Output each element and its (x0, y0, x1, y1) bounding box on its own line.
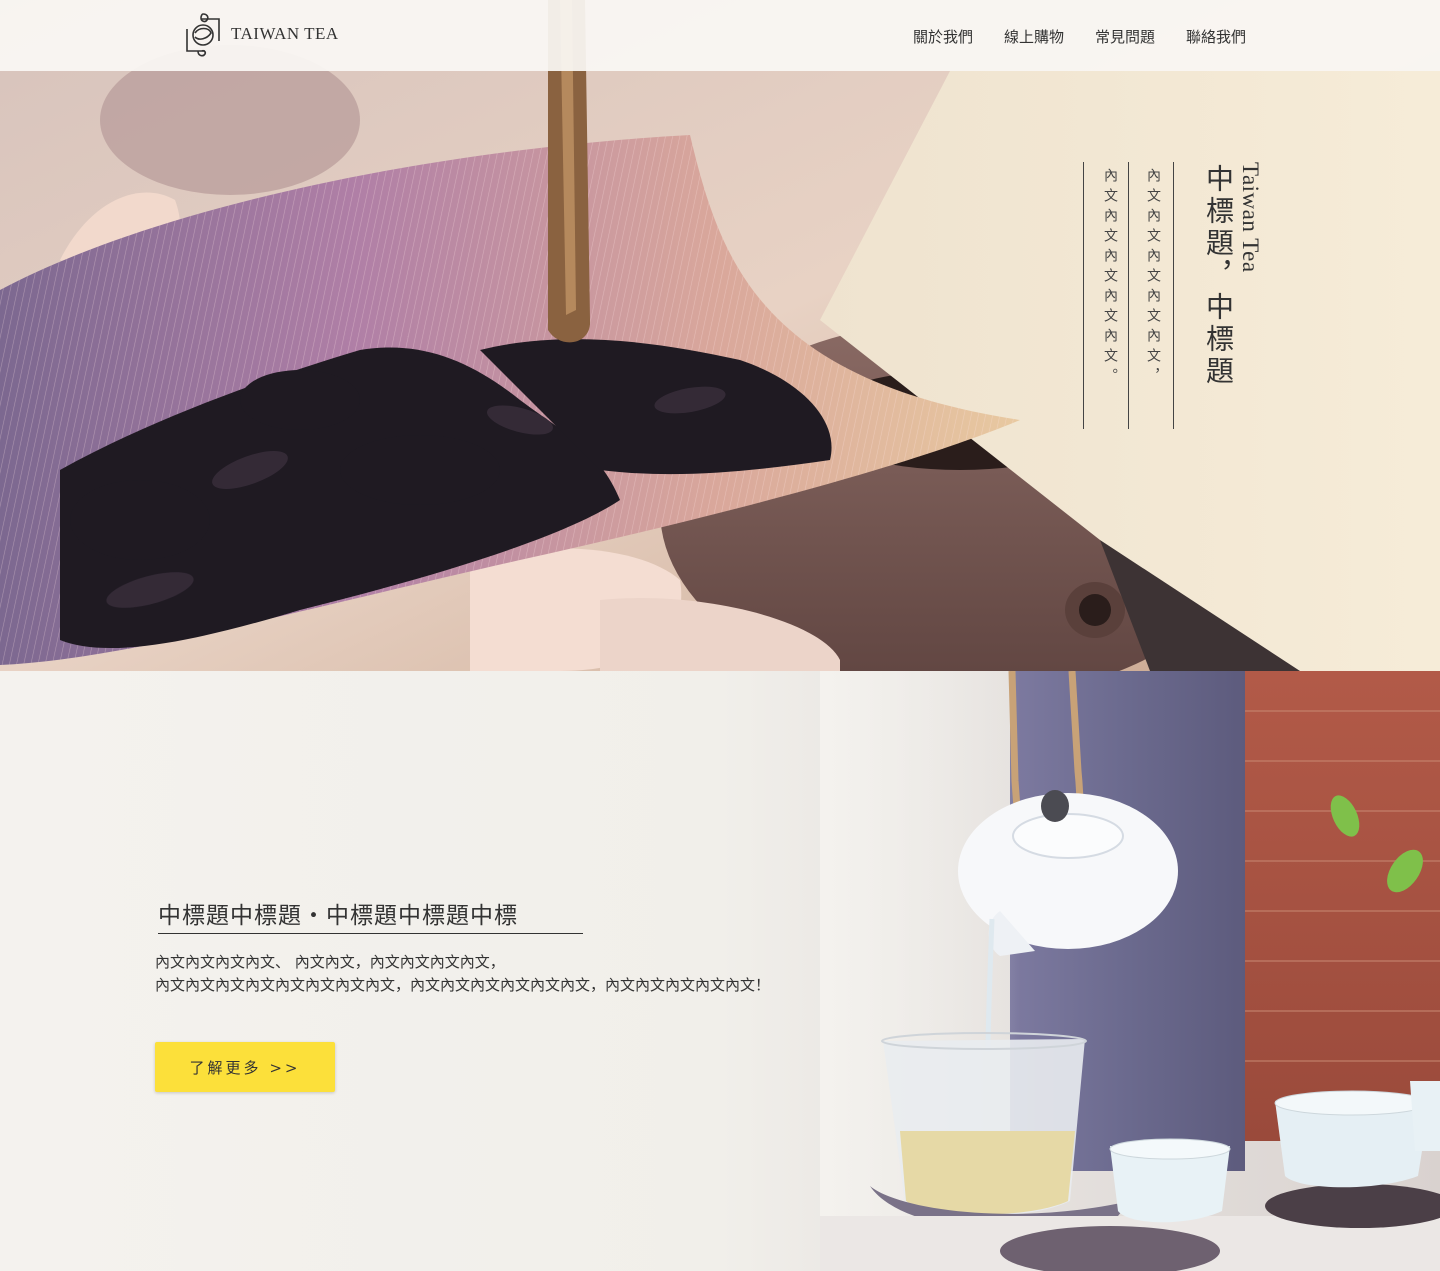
main-nav: 關於我們 線上購物 常見問題 聯絡我們 (913, 26, 1246, 47)
section-body-line-2: 內文內文內文內文內文內文內文內文，內文內文內文內文內文內文，內文內文內文內文內文… (155, 976, 771, 994)
hero-banner: Taiwan Tea 中標題，中標題 內文內文內文內文內文， 內文內文內文內文內… (0, 0, 1440, 671)
learn-more-button[interactable]: 了解更多 >> (155, 1042, 335, 1092)
hero-body-line-1: 內文內文內文內文內文， (1145, 168, 1161, 388)
site-header: TAIWAN TEA 關於我們 線上購物 常見問題 聯絡我們 (0, 0, 1440, 71)
nav-contact[interactable]: 聯絡我們 (1186, 26, 1246, 47)
hero-divider-line (1083, 162, 1084, 429)
logo-text: TAIWAN TEA (231, 24, 339, 43)
hero-divider-line (1128, 162, 1129, 429)
hero-body-line-2: 內文內文內文內文內文。 (1102, 168, 1118, 388)
nav-faq[interactable]: 常見問題 (1095, 26, 1155, 47)
taiwan-tea-logo-icon (186, 13, 220, 57)
section-title: 中標題中標題・中標題中標題中標 (158, 903, 518, 929)
nav-about[interactable]: 關於我們 (913, 26, 973, 47)
section-title-underline (158, 933, 583, 934)
section-body-line-1: 內文內文內文內文、 內文內文，內文內文內文內文， (155, 953, 505, 971)
logo[interactable]: TAIWAN TEA (181, 11, 339, 59)
hero-title-zh: 中標題，中標題 (1202, 164, 1235, 388)
hero-title-en: Taiwan Tea (1238, 162, 1263, 273)
nav-shop[interactable]: 線上購物 (1004, 26, 1064, 47)
hero-divider-line (1173, 162, 1174, 429)
section-body: 內文內文內文內文、 內文內文，內文內文內文內文， 內文內文內文內文內文內文內文內… (155, 951, 770, 997)
intro-section: 中標題中標題・中標題中標題中標 內文內文內文內文、 內文內文，內文內文內文內文，… (0, 671, 1440, 1271)
